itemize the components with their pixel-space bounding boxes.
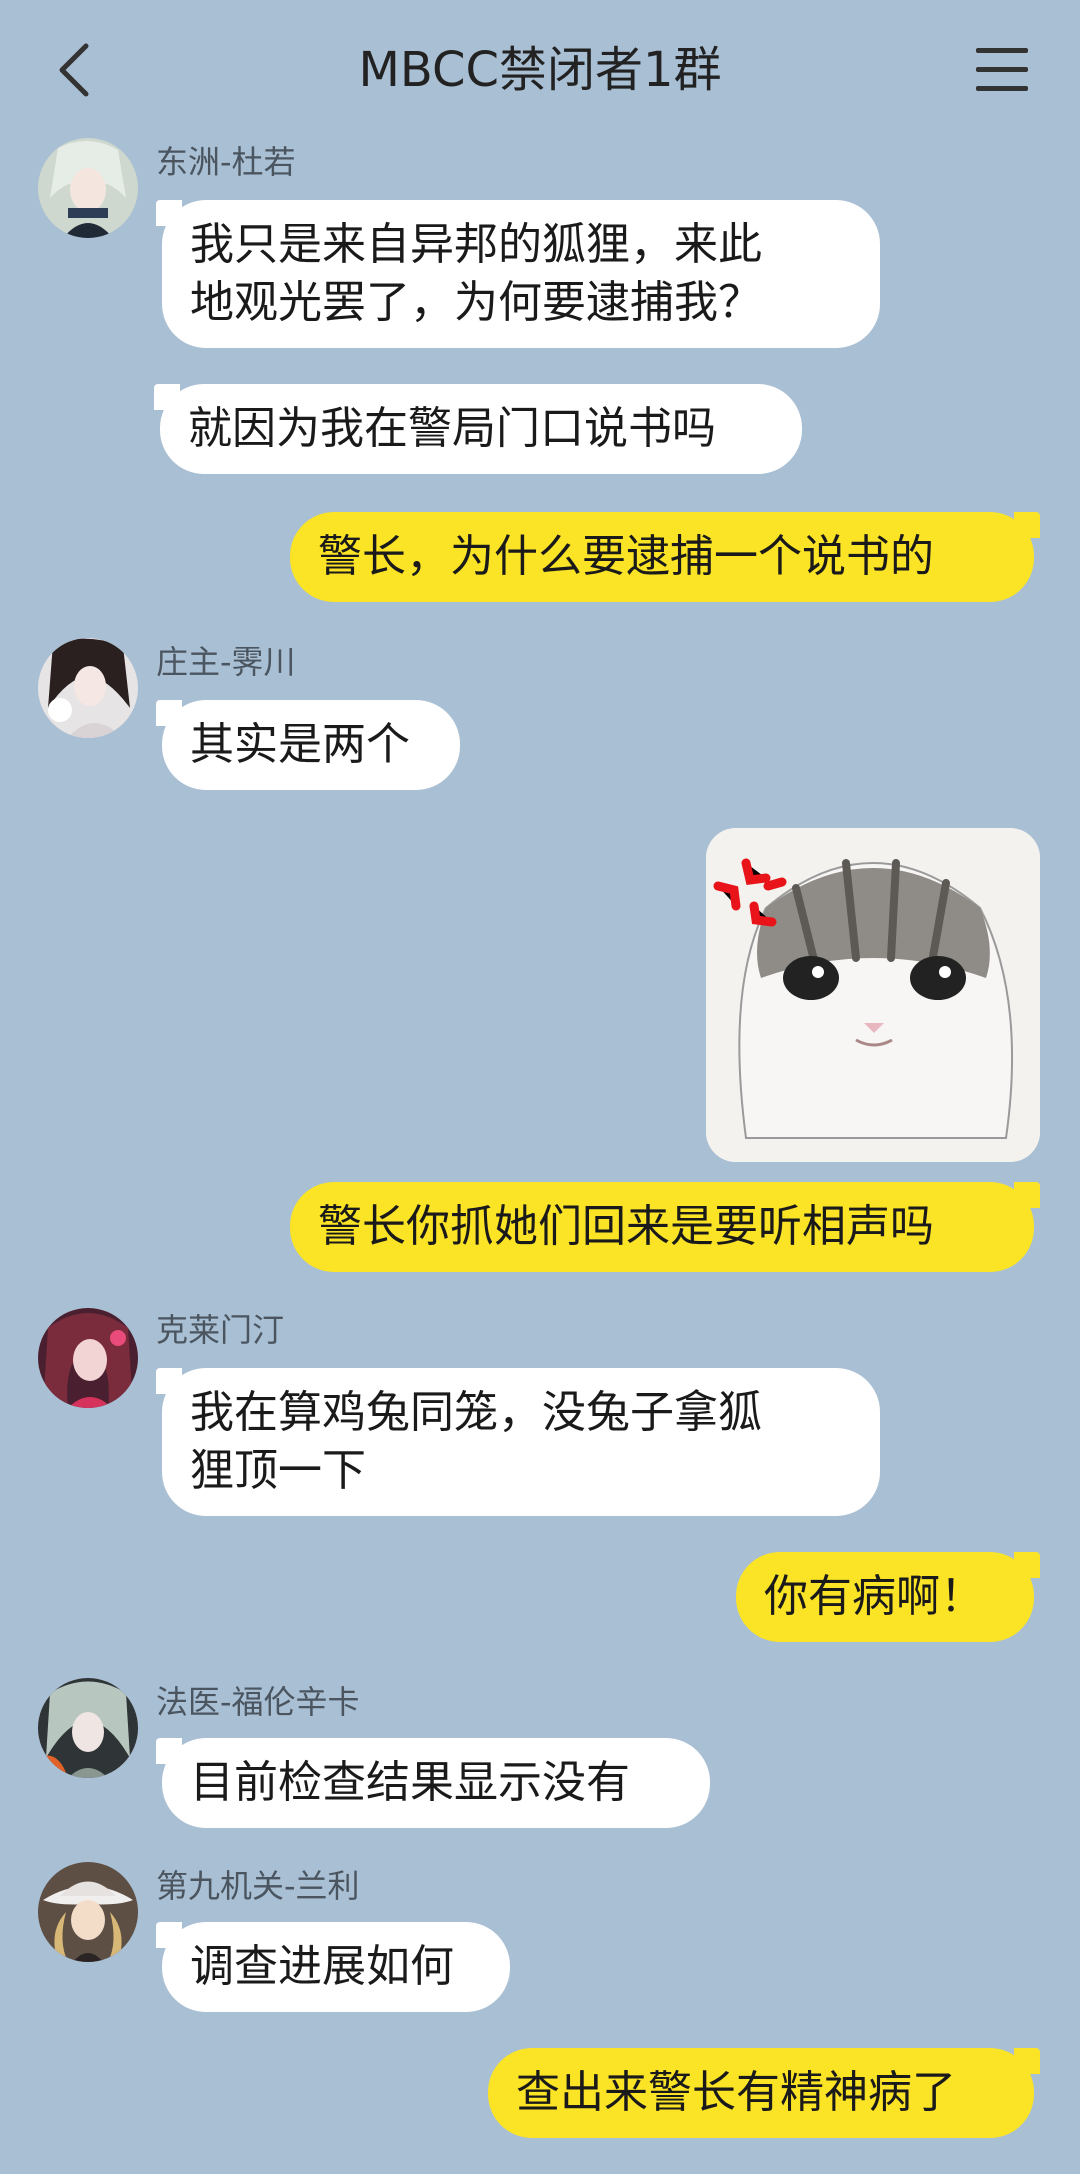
own-message-bubble[interactable]: 查出来警长有精神病了 [488, 2048, 1040, 2138]
chat-header: MBCC禁闭者1群 [0, 0, 1080, 140]
message-bubble[interactable]: 就因为我在警局门口说书吗 [154, 384, 802, 474]
message-bubble[interactable]: 其实是两个 [156, 700, 460, 790]
avatar-forensic[interactable] [38, 1678, 138, 1778]
angry-cat-sticker[interactable] [706, 828, 1040, 1162]
message-text: 就因为我在警局门口说书吗 [188, 403, 716, 454]
avatar-duruo[interactable] [38, 138, 138, 238]
own-message-bubble[interactable]: 你有病啊！ [736, 1552, 1040, 1642]
message-bubble[interactable]: 我只是来自异邦的狐狸，来此 地观光罢了，为何要逮捕我？ [156, 200, 880, 348]
sender-name: 法医-福伦辛卡 [156, 1683, 360, 1721]
message-bubble[interactable]: 目前检查结果显示没有 [156, 1738, 710, 1828]
chat-title: MBCC禁闭者1群 [358, 42, 722, 98]
message-bubble[interactable]: 我在算鸡兔同笼，没兔子拿狐 狸顶一下 [156, 1368, 880, 1516]
message-text: 狸顶一下 [190, 1445, 366, 1496]
own-message-bubble[interactable]: 警长，为什么要逮捕一个说书的 [290, 512, 1040, 602]
message-text: 地观光罢了，为何要逮捕我？ [190, 277, 762, 328]
avatar-clementine[interactable] [38, 1308, 138, 1408]
message-text: 警长你抓她们回来是要听相声吗 [318, 1201, 934, 1252]
message-text: 其实是两个 [190, 719, 410, 770]
sender-name: 克莱门汀 [156, 1311, 285, 1349]
message-text: 调查进展如何 [190, 1941, 454, 1992]
message-text: 查出来警长有精神病了 [516, 2067, 956, 2118]
message-bubble[interactable]: 调查进展如何 [156, 1922, 510, 2012]
message-text: 目前检查结果显示没有 [190, 1757, 630, 1808]
sender-name: 东洲-杜若 [156, 143, 296, 181]
message-text: 我在算鸡兔同笼，没兔子拿狐 [190, 1387, 762, 1438]
sender-name: 庄主-霁川 [156, 643, 296, 681]
avatar-langley[interactable] [38, 1862, 138, 1962]
message-text: 警长，为什么要逮捕一个说书的 [318, 531, 934, 582]
message-text: 你有病啊！ [764, 1571, 984, 1622]
sender-name: 第九机关-兰利 [156, 1867, 360, 1905]
own-message-bubble[interactable]: 警长你抓她们回来是要听相声吗 [290, 1182, 1040, 1272]
message-text: 我只是来自异邦的狐狸，来此 [190, 219, 762, 270]
avatar-jichuan[interactable] [38, 638, 138, 738]
menu-icon[interactable] [976, 48, 1028, 92]
